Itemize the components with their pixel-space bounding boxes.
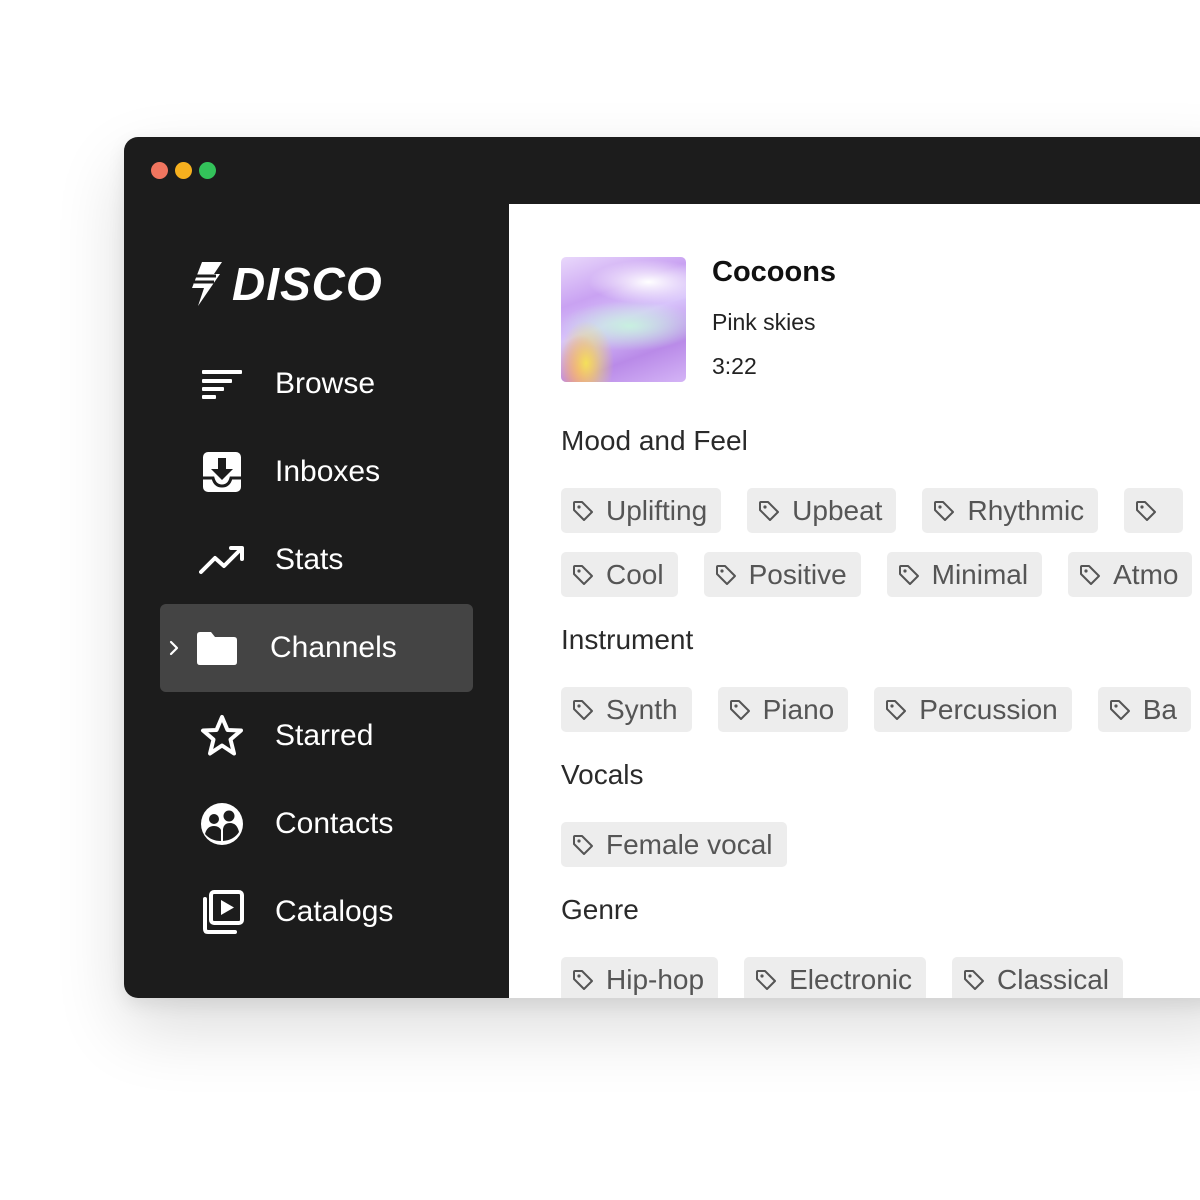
tag-icon (757, 499, 781, 523)
tag-icon (897, 563, 921, 587)
sidebar-item-browse[interactable]: Browse (160, 340, 473, 428)
window-controls (151, 162, 216, 179)
brand-logo[interactable]: DISCO (192, 257, 383, 311)
sidebar-item-label: Browse (275, 367, 376, 400)
vocals-tags: Female vocal (561, 822, 787, 867)
sidebar-item-starred[interactable]: Starred (160, 692, 473, 780)
maximize-button[interactable] (199, 162, 216, 179)
tag-icon (571, 563, 595, 587)
sidebar-item-label: Contacts (275, 807, 394, 840)
tag-label: Positive (748, 558, 847, 590)
sidebar-nav: Browse Inboxes Stats Channels Starred Co… (160, 340, 473, 956)
tag-label: Percussion (919, 693, 1058, 725)
tag-chip[interactable]: Atmo (1068, 552, 1193, 597)
tag-label: Atmo (1113, 558, 1179, 590)
track-duration: 3:22 (712, 353, 757, 379)
tag-chip[interactable]: Synth (561, 687, 692, 732)
track-detail-panel: Cocoons Pink skies 3:22 Mood and Feel Up… (509, 204, 1200, 998)
sidebar-item-label: Stats (275, 543, 344, 576)
tag-icon (571, 833, 595, 857)
sidebar: DISCO Browse Inboxes Stats Channels Star… (124, 204, 509, 998)
catalog-play-icon (198, 888, 246, 936)
tag-chip[interactable]: Minimal (886, 552, 1043, 597)
sidebar-item-label: Catalogs (275, 895, 394, 928)
tag-icon (714, 563, 738, 587)
tag-icon (571, 499, 595, 523)
tag-label: Classical (997, 963, 1110, 995)
tag-chip[interactable]: Upbeat (747, 488, 897, 533)
sidebar-item-contacts[interactable]: Contacts (160, 780, 473, 868)
section-title-vocals: Vocals (561, 759, 644, 790)
tag-label: Rhythmic (967, 494, 1085, 526)
tag-chip[interactable]: Piano (717, 687, 849, 732)
contacts-group-icon (198, 800, 246, 848)
tag-icon (932, 499, 956, 523)
tag-icon (962, 968, 986, 992)
lightning-bolt-icon (192, 262, 222, 306)
minimize-button[interactable] (175, 162, 192, 179)
tag-label: Upbeat (792, 494, 883, 526)
close-button[interactable] (151, 162, 168, 179)
sidebar-item-label: Inboxes (275, 455, 381, 488)
tag-icon (1108, 698, 1132, 722)
tag-label: Hip-hop (606, 963, 705, 995)
sidebar-item-label: Starred (275, 719, 374, 752)
tag-icon (1078, 563, 1102, 587)
tag-chip[interactable]: Cool (561, 552, 678, 597)
tag-label: Electronic (789, 963, 912, 995)
sidebar-item-catalogs[interactable]: Catalogs (160, 868, 473, 956)
tag-chip[interactable]: Hip-hop (561, 957, 719, 998)
browse-lines-icon (198, 360, 246, 408)
sidebar-item-inboxes[interactable]: Inboxes (160, 428, 473, 516)
tag-label: Ba (1142, 693, 1177, 725)
tag-icon (884, 698, 908, 722)
track-title: Cocoons (712, 256, 837, 288)
tag-chip[interactable] (1124, 488, 1184, 533)
tag-chip[interactable]: Rhythmic (922, 488, 1099, 533)
tag-icon (571, 968, 595, 992)
sidebar-item-stats[interactable]: Stats (160, 516, 473, 604)
tag-icon (754, 968, 778, 992)
genre-tags: Hip-hop Electronic Classical (561, 957, 1124, 998)
tag-label: Piano (762, 693, 835, 725)
mood-tags-row-2: Cool Positive Minimal Atmo (561, 552, 1193, 597)
tag-chip[interactable]: Uplifting (561, 488, 722, 533)
tag-icon (1134, 499, 1158, 523)
instrument-tags: Synth Piano Percussion Ba (561, 687, 1191, 732)
tag-chip[interactable]: Positive (703, 552, 861, 597)
tag-label: Cool (606, 558, 664, 590)
app-window: DISCO Browse Inboxes Stats Channels Star… (124, 137, 1200, 998)
tag-chip[interactable]: Female vocal (561, 822, 787, 867)
album-artwork[interactable] (561, 257, 686, 382)
tag-icon (571, 698, 595, 722)
section-title-instrument: Instrument (561, 624, 694, 655)
section-title-mood: Mood and Feel (561, 425, 748, 456)
tag-label: Uplifting (606, 494, 708, 526)
chevron-right-icon[interactable] (168, 640, 184, 656)
trend-up-icon (198, 536, 246, 584)
sidebar-item-channels[interactable]: Channels (160, 604, 473, 692)
brand-name: DISCO (232, 258, 383, 310)
star-icon (198, 712, 246, 760)
section-title-genre: Genre (561, 894, 639, 925)
tag-label: Minimal (931, 558, 1029, 590)
track-artist: Pink skies (712, 309, 816, 335)
tag-icon (728, 698, 752, 722)
folder-icon (193, 624, 241, 672)
tag-chip[interactable]: Ba (1097, 687, 1191, 732)
tag-chip[interactable]: Percussion (874, 687, 1072, 732)
tag-chip[interactable]: Classical (952, 957, 1124, 998)
mood-tags-row-1: Uplifting Upbeat Rhythmic (561, 488, 1184, 533)
sidebar-item-label: Channels (270, 631, 397, 664)
tag-label: Female vocal (606, 828, 773, 860)
tag-chip[interactable]: Electronic (744, 957, 926, 998)
tag-label: Synth (606, 693, 678, 725)
inbox-download-icon (198, 448, 246, 496)
